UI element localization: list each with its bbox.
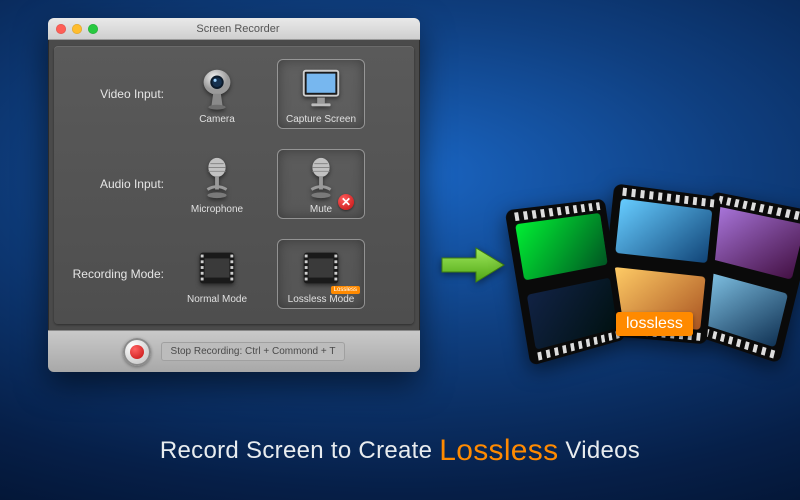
settings-panel: Video Input: Camera — [54, 46, 414, 324]
arrow-icon — [440, 246, 506, 284]
row-recording-mode: Recording Mode: Normal Mode — [66, 240, 402, 308]
film-lossless-icon — [280, 244, 362, 292]
option-normal-mode[interactable]: Normal Mode — [174, 240, 260, 308]
screen-recorder-window: Screen Recorder Video Input: Camera — [48, 18, 420, 372]
tagline-post: Videos — [558, 437, 640, 464]
option-lossless-mode[interactable]: Lossless Lossless Mode — [278, 240, 364, 308]
tagline: Record Screen to Create Lossless Videos — [0, 434, 800, 468]
microphone-icon — [176, 154, 258, 202]
mute-x-icon: ✕ — [338, 194, 354, 210]
option-microphone[interactable]: Microphone — [174, 150, 260, 218]
tagline-pre: Record Screen to Create — [160, 437, 439, 464]
stop-recording-hint: Stop Recording: Ctrl + Commond + T — [161, 342, 346, 361]
audio-input-label: Audio Input: — [66, 177, 174, 191]
film-icon — [176, 244, 258, 292]
option-capture-screen[interactable]: Capture Screen — [278, 60, 364, 128]
video-input-label: Video Input: — [66, 87, 174, 101]
option-camera-label: Camera — [176, 114, 258, 125]
audio-input-options: Microphone ✕ Mute — [174, 150, 364, 218]
tagline-highlight: Lossless — [439, 434, 558, 467]
recording-mode-label: Recording Mode: — [66, 267, 174, 281]
row-video-input: Video Input: Camera — [66, 60, 402, 128]
option-microphone-label: Microphone — [176, 204, 258, 215]
row-audio-input: Audio Input: Microphone — [66, 150, 402, 218]
option-normal-label: Normal Mode — [176, 294, 258, 305]
record-button[interactable] — [123, 338, 151, 366]
lossless-badge: lossless — [616, 312, 693, 336]
window-title: Screen Recorder — [64, 23, 412, 35]
record-icon — [130, 345, 144, 359]
bottom-bar: Stop Recording: Ctrl + Commond + T — [48, 330, 420, 372]
camera-icon — [176, 64, 258, 112]
video-input-options: Camera Capture Screen — [174, 60, 364, 128]
film-strip-illustration: lossless — [510, 190, 790, 360]
recording-mode-options: Normal Mode Lossless Lossless Mode — [174, 240, 364, 308]
titlebar: Screen Recorder — [48, 18, 420, 40]
film-strip-1 — [505, 199, 626, 366]
monitor-icon — [280, 64, 362, 112]
lossless-tag-icon: Lossless — [331, 286, 360, 294]
option-camera[interactable]: Camera — [174, 60, 260, 128]
option-mute[interactable]: ✕ Mute — [278, 150, 364, 218]
option-capture-label: Capture Screen — [280, 114, 362, 125]
option-lossless-label: Lossless Mode — [280, 294, 362, 305]
